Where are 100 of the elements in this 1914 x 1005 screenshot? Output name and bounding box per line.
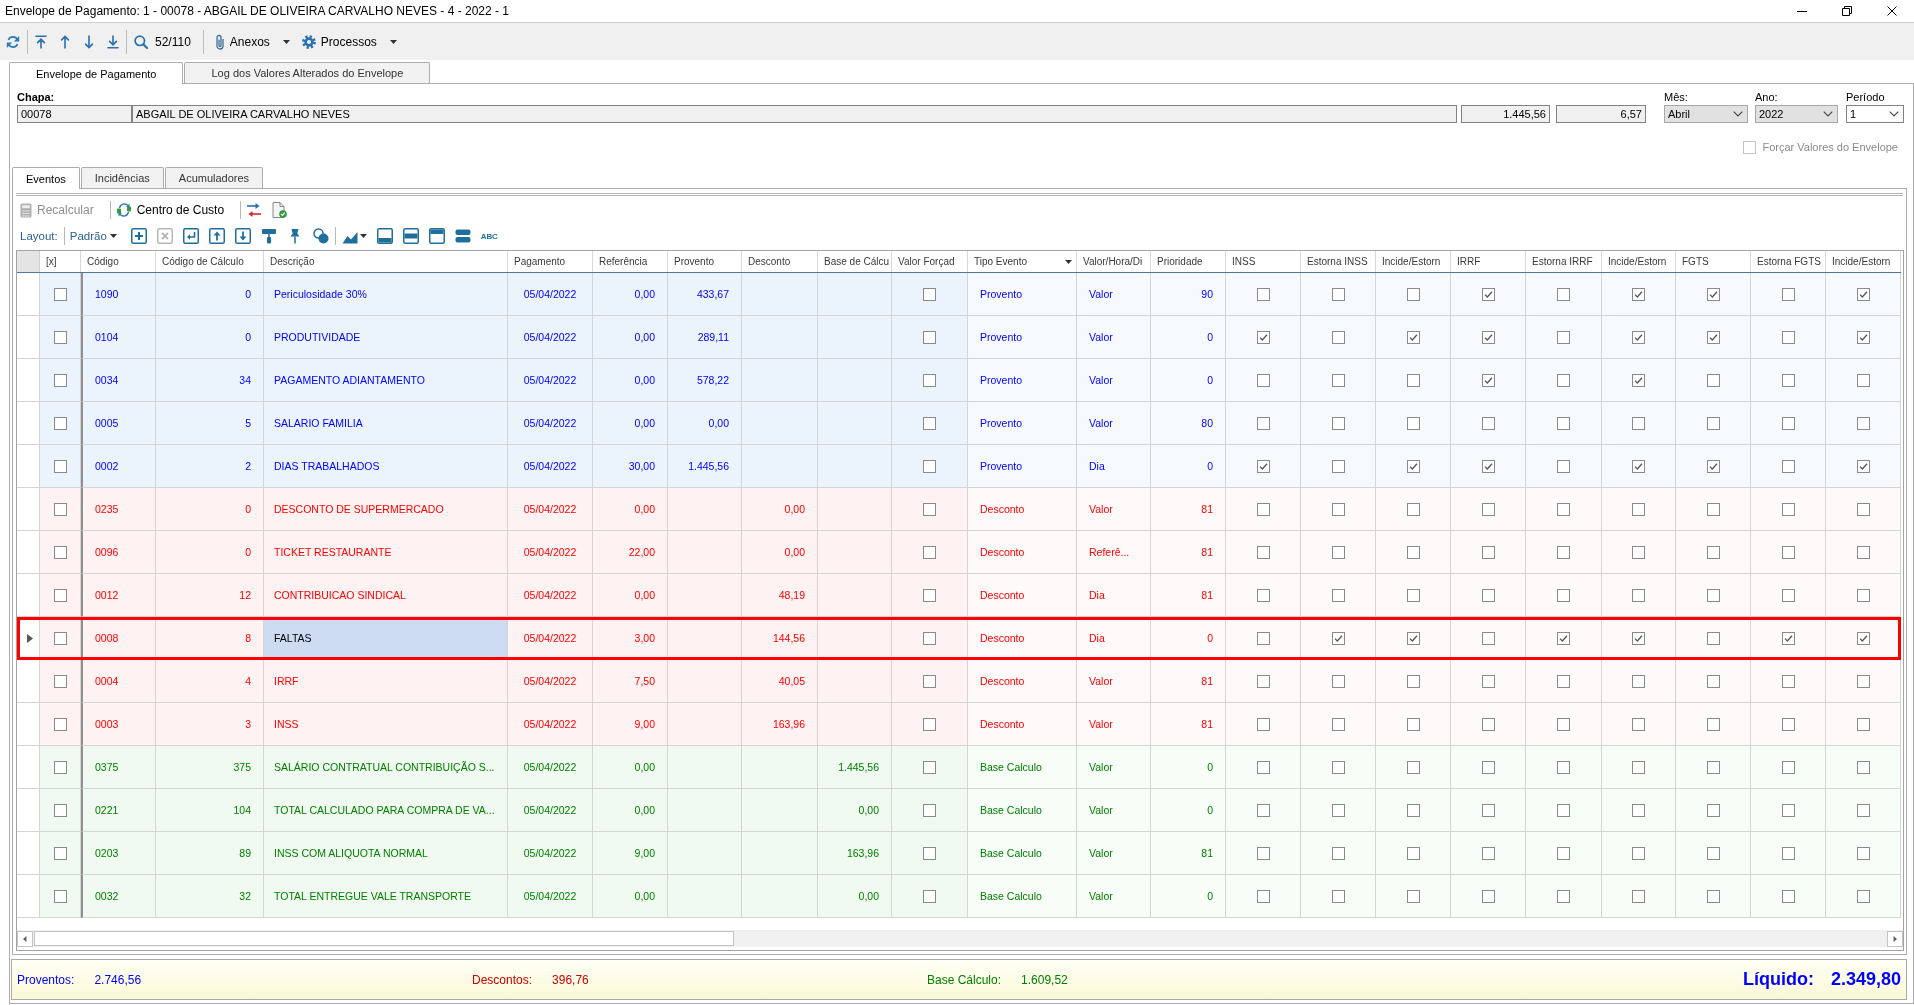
checkbox[interactable]	[1632, 545, 1645, 559]
checkbox[interactable]	[923, 846, 936, 860]
checkbox[interactable]	[1331, 287, 1345, 301]
checkbox[interactable]	[1781, 846, 1795, 860]
checkbox[interactable]	[1256, 717, 1270, 731]
checkbox[interactable]	[1331, 674, 1345, 688]
checkbox[interactable]	[1856, 846, 1870, 860]
checkbox[interactable]	[1557, 330, 1570, 344]
checkbox[interactable]	[1781, 588, 1795, 602]
checkbox[interactable]	[1632, 588, 1645, 602]
panel-bottom-icon[interactable]	[376, 228, 393, 244]
checkbox[interactable]	[1856, 373, 1870, 387]
table-row[interactable]: 0375 375 SALÁRIO CONTRATUAL CONTRIBUIÇÃO S... 05/04/2022 0,00 1.445,56 Base Calculo Valor 0	[17, 746, 1901, 789]
caret-icon[interactable]	[109, 234, 117, 238]
checkbox[interactable]	[1256, 459, 1270, 473]
checkbox[interactable]	[1706, 545, 1720, 559]
checkbox[interactable]	[1706, 717, 1720, 731]
text-field[interactable]: ABGAIL DE OLIVEIRA CARVALHO NEVES	[132, 105, 1457, 123]
checkbox[interactable]	[1406, 889, 1420, 903]
checkbox[interactable]	[1481, 287, 1495, 301]
table-row[interactable]: 0005 5 SALARIO FAMILIA 05/04/2022 0,00 0,00 Provento Valor 80	[17, 402, 1901, 445]
checkbox[interactable]	[923, 717, 936, 731]
checkbox[interactable]	[1256, 631, 1270, 645]
checkbox[interactable]	[1481, 416, 1495, 430]
checkbox[interactable]	[1856, 502, 1870, 516]
checkbox[interactable]	[1256, 330, 1270, 344]
table-row[interactable]: 0032 32 TOTAL ENTREGUE VALE TRANSPORTE 05/04/2022 0,00 0,00 Base Calculo Valor 0	[17, 875, 1901, 918]
checkbox[interactable]	[1632, 717, 1645, 731]
checkbox[interactable]	[1256, 760, 1270, 774]
checkbox[interactable]	[1256, 502, 1270, 516]
up-arrow-box-icon[interactable]	[208, 228, 225, 244]
checkbox[interactable]	[923, 416, 936, 430]
checkbox[interactable]	[53, 373, 67, 387]
checkbox[interactable]	[1256, 287, 1270, 301]
down-arrow-icon[interactable]	[83, 34, 95, 49]
checkbox[interactable]	[53, 416, 67, 430]
checkbox[interactable]	[1632, 631, 1645, 645]
checkbox[interactable]	[1481, 545, 1495, 559]
checkbox[interactable]	[1781, 717, 1795, 731]
caret-icon[interactable]	[389, 39, 397, 44]
refresh-icon[interactable]	[6, 34, 20, 49]
checkbox[interactable]	[1706, 674, 1720, 688]
table-row[interactable]: 0012 12 CONTRIBUICAO SINDICAL 05/04/2022 0,00 48,19 Desconto Dia 81	[17, 574, 1901, 617]
checkbox[interactable]	[1331, 502, 1345, 516]
checkbox[interactable]	[1856, 588, 1870, 602]
checkbox[interactable]	[1557, 889, 1570, 903]
swap-arrows-icon[interactable]	[246, 202, 263, 218]
checkbox[interactable]	[1331, 373, 1345, 387]
checkbox[interactable]	[1632, 373, 1645, 387]
abc-button[interactable]: ABC	[480, 231, 498, 241]
table-row[interactable]: 0034 34 PAGAMENTO ADIANTAMENTO 05/04/2022 0,00 578,22 Provento Valor 0	[17, 359, 1901, 402]
table-row[interactable]: 0235 0 DESCONTO DE SUPERMERCADO 05/04/2022 0,00 0,00 Desconto Valor 81	[17, 488, 1901, 531]
tab[interactable]: Envelope de Pagamento	[9, 62, 184, 84]
checkbox[interactable]	[1632, 674, 1645, 688]
checkbox[interactable]	[1706, 760, 1720, 774]
checkbox[interactable]	[1781, 631, 1795, 645]
checkbox[interactable]	[1557, 502, 1570, 516]
checkbox[interactable]	[1781, 760, 1795, 774]
checkbox[interactable]	[1481, 889, 1495, 903]
checkbox[interactable]	[53, 588, 67, 602]
checkbox[interactable]	[1406, 459, 1420, 473]
checkbox[interactable]	[1781, 502, 1795, 516]
checkbox[interactable]	[1557, 373, 1570, 387]
checkbox[interactable]	[1856, 674, 1870, 688]
checkbox[interactable]	[53, 717, 67, 731]
checkbox[interactable]	[1706, 631, 1720, 645]
table-row[interactable]: 0008 8 FALTAS 05/04/2022 3,00 144,56 Desconto Dia 0	[17, 617, 1901, 660]
checkbox[interactable]	[923, 760, 936, 774]
checkbox[interactable]	[1406, 803, 1420, 817]
checkbox[interactable]	[1331, 760, 1345, 774]
checkbox[interactable]	[1781, 674, 1795, 688]
circles-icon[interactable]	[312, 228, 329, 244]
table-row[interactable]: 0203 89 INSS COM ALIQUOTA NORMAL 05/04/2022 9,00 163,96 Base Calculo Valor 81	[17, 832, 1901, 875]
table-row[interactable]: 0221 104 TOTAL CALCULADO PARA COMPRA DE VA... 05/04/2022 0,00 0,00 Base Calculo Valor 0	[17, 789, 1901, 832]
layout-preset-dropdown[interactable]: Padrão	[69, 230, 117, 242]
checkbox[interactable]	[923, 330, 936, 344]
caret-icon[interactable]	[1065, 259, 1072, 264]
checkbox[interactable]	[1781, 545, 1795, 559]
checkbox[interactable]	[1481, 846, 1495, 860]
checkbox[interactable]	[1706, 373, 1720, 387]
checkbox[interactable]	[53, 631, 67, 645]
text-field[interactable]: 00078	[17, 105, 132, 123]
checkbox[interactable]	[1632, 330, 1645, 344]
checkbox[interactable]	[53, 760, 67, 774]
checkbox[interactable]	[1331, 588, 1345, 602]
restore-icon[interactable]	[1841, 6, 1852, 16]
checkbox[interactable]	[1557, 803, 1570, 817]
minimize-icon[interactable]	[1796, 10, 1807, 12]
text-field[interactable]: 1.445,56	[1461, 105, 1550, 123]
checkbox[interactable]	[53, 330, 67, 344]
up-arrow-icon[interactable]	[59, 34, 71, 49]
checkbox[interactable]	[1706, 889, 1720, 903]
checkbox[interactable]	[1557, 631, 1570, 645]
checkbox[interactable]	[1706, 287, 1720, 301]
last-record-icon[interactable]	[107, 34, 119, 49]
checkbox[interactable]	[53, 545, 67, 559]
checkbox[interactable]	[1856, 717, 1870, 731]
checkbox[interactable]	[53, 889, 67, 903]
panel-middle-icon[interactable]	[402, 228, 419, 244]
checkbox[interactable]	[923, 545, 936, 559]
